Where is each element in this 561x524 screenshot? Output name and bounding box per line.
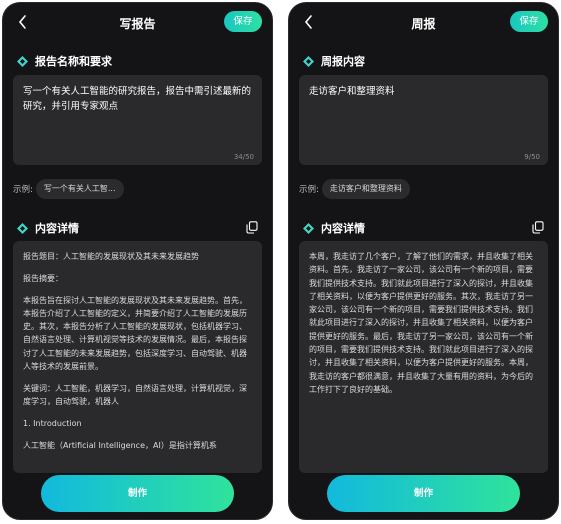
example-chip[interactable]: 写一个有关人工智... xyxy=(35,179,124,199)
example-chip[interactable]: 走访客户和整理资料 xyxy=(321,179,410,199)
header: 写报告 保存 xyxy=(3,3,272,43)
weekly-input-box[interactable]: 走访客户和整理资料 9/50 xyxy=(299,75,548,165)
example-label: 示例: xyxy=(299,185,319,195)
content-paragraph: 人工智能（Artificial Intelligence，AI）是指计算机系 xyxy=(23,440,217,450)
content-text: 报告题目：人工智能的发展现状及其未来发展趋势 报告摘要： 本报告旨在探讨人工智能… xyxy=(13,241,262,452)
example-row: 示例: 写一个有关人工智... xyxy=(13,179,124,199)
section-title-content: 内容详情 xyxy=(17,220,79,236)
back-chevron-icon[interactable] xyxy=(301,13,317,31)
content-paragraph: 1. Introduction xyxy=(23,418,82,428)
save-button[interactable]: 保存 xyxy=(510,11,548,32)
requirements-input-box[interactable]: 写一个有关人工智能的研究报告，报告中需引述最新的研究，并引用专家观点 34/50 xyxy=(13,75,262,165)
content-paragraph: 报告题目：人工智能的发展现状及其未来发展趋势 xyxy=(23,252,199,261)
section-label: 周报内容 xyxy=(321,55,365,68)
content-paragraph: 关键词：人工智能，机器学习，自然语言处理，计算机视觉，深度学习，自动驾驶，机器人 xyxy=(23,383,247,407)
content-paragraph: 报告摘要： xyxy=(23,273,63,283)
content-paragraph: 本周，我走访了几个客户，了解了他们的需求，并且收集了相关资料。首先，我走访了一家… xyxy=(309,252,533,394)
char-counter: 9/50 xyxy=(524,153,540,161)
phone-screen-report: 写报告 保存 报告名称和要求 写一个有关人工智能的研究报告，报告中需引述最新的研… xyxy=(2,2,273,520)
copy-icon[interactable] xyxy=(246,221,258,234)
back-chevron-icon[interactable] xyxy=(15,13,31,31)
char-counter: 34/50 xyxy=(233,153,254,161)
example-row: 示例: 走访客户和整理资料 xyxy=(299,179,410,199)
content-details-box[interactable]: 报告题目：人工智能的发展现状及其未来发展趋势 报告摘要： 本报告旨在探讨人工智能… xyxy=(13,241,262,473)
copy-icon[interactable] xyxy=(532,221,544,234)
diamond-icon xyxy=(303,55,314,67)
diamond-icon xyxy=(17,55,28,67)
section-title-requirements: 报告名称和要求 xyxy=(17,53,112,69)
section-label: 报告名称和要求 xyxy=(35,55,112,68)
content-details-box[interactable]: 本周，我走访了几个客户，了解了他们的需求，并且收集了相关资料。首先，我走访了一家… xyxy=(299,241,548,473)
phone-screen-weekly: 周报 保存 周报内容 走访客户和整理资料 9/50 示例: 走访客户和整理资料 … xyxy=(288,2,559,520)
diamond-icon xyxy=(17,222,28,234)
section-title-content: 内容详情 xyxy=(303,220,365,236)
make-button[interactable]: 制作 xyxy=(41,475,234,512)
section-label: 内容详情 xyxy=(35,222,79,235)
weekly-input[interactable]: 走访客户和整理资料 xyxy=(309,84,538,144)
section-title-weekly-content: 周报内容 xyxy=(303,53,365,69)
example-label: 示例: xyxy=(13,185,33,195)
content-text: 本周，我走访了几个客户，了解了他们的需求，并且收集了相关资料。首先，我走访了一家… xyxy=(299,241,548,396)
content-paragraph: 本报告旨在探讨人工智能的发展现状及其未来发展趋势。首先，本报告介绍了人工智能的定… xyxy=(23,295,247,372)
requirements-input[interactable]: 写一个有关人工智能的研究报告，报告中需引述最新的研究，并引用专家观点 xyxy=(23,84,252,144)
section-label: 内容详情 xyxy=(321,222,365,235)
make-button[interactable]: 制作 xyxy=(327,475,520,512)
header: 周报 保存 xyxy=(289,3,558,43)
diamond-icon xyxy=(303,222,314,234)
save-button[interactable]: 保存 xyxy=(224,11,262,32)
